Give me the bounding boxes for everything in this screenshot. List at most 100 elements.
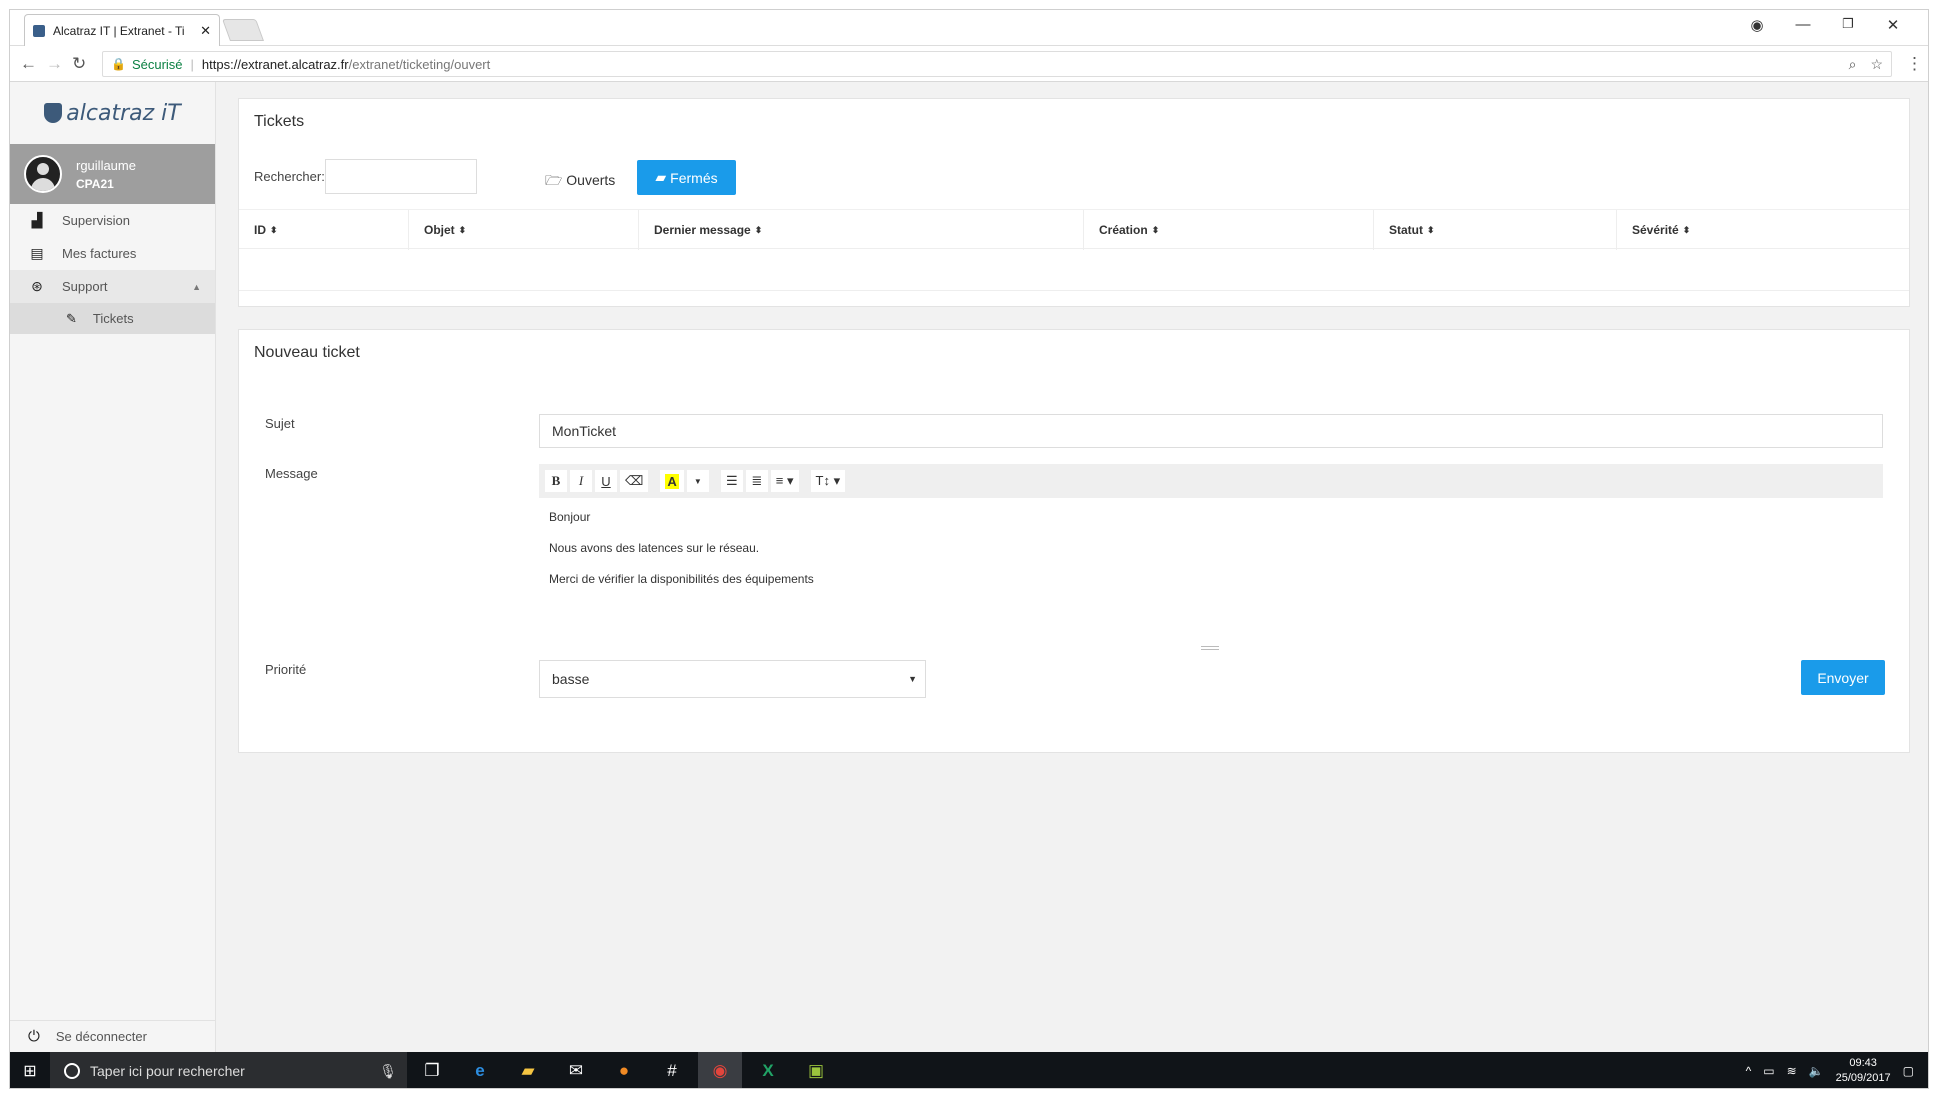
menu-icon[interactable]: ⋮ xyxy=(1906,54,1923,74)
url-path: /extranet/ticketing/ouvert xyxy=(348,56,491,72)
cortana-icon xyxy=(64,1063,80,1079)
message-editor[interactable]: Bonjour Nous avons des latences sur le r… xyxy=(549,510,1869,603)
close-tab-icon[interactable]: ✕ xyxy=(200,23,211,39)
folder-open-icon: 🗁 xyxy=(545,172,563,188)
resize-handle-icon[interactable] xyxy=(1201,646,1219,650)
notification-icon[interactable]: ▢ xyxy=(1903,1064,1914,1078)
new-tab-button[interactable] xyxy=(221,19,265,41)
numbered-list-icon[interactable]: ≣ xyxy=(745,470,768,492)
sort-icon: ⬍ xyxy=(1682,224,1691,235)
closed-tickets-button[interactable]: ▰ Fermés xyxy=(637,160,736,195)
align-icon[interactable]: ≡ ▾ xyxy=(770,470,799,492)
bookmark-star-icon[interactable]: ☆ xyxy=(1870,56,1883,73)
microphone-icon[interactable]: 🎙 xyxy=(379,1063,397,1080)
sidebar-item-support[interactable]: ⊛ Support ▲ xyxy=(10,270,215,303)
subject-label: Sujet xyxy=(265,416,295,431)
column-severite[interactable]: Sévérité ⬍ xyxy=(1617,210,1909,250)
editor-toolbar: B I U ⌫ A ▼ ☰ ≣ ≡ ▾ T↕ ▾ xyxy=(539,464,1883,498)
italic-button[interactable]: I xyxy=(570,470,592,492)
sidebar-item-label: Mes factures xyxy=(62,246,137,261)
edge-icon[interactable]: e xyxy=(458,1052,502,1088)
table-header: ID ⬍ Objet ⬍ Dernier message ⬍ Création ⬍ St… xyxy=(239,209,1909,250)
notepad-icon[interactable]: ▣ xyxy=(794,1052,838,1088)
user-panel: rguillaume CPA21 xyxy=(10,144,215,204)
url-field[interactable]: 🔒 Sécurisé | https://extranet.alcatraz.f… xyxy=(102,51,1892,77)
favicon-icon xyxy=(33,24,45,37)
task-view-icon[interactable]: ❐ xyxy=(410,1052,454,1088)
secure-label: Sécurisé xyxy=(131,56,183,72)
account-icon[interactable]: ◉ xyxy=(1742,16,1772,34)
new-ticket-panel: Nouveau ticket Sujet MonTicket Message B… xyxy=(238,329,1910,753)
tab-bar: Alcatraz IT | Extranet - Ti ✕ ◉ — ❐ ✕ xyxy=(10,10,1928,46)
avatar xyxy=(24,155,62,193)
mail-icon[interactable]: ✉ xyxy=(554,1052,598,1088)
back-icon[interactable]: ← xyxy=(20,54,37,74)
shield-icon xyxy=(44,103,63,123)
sort-icon: ⬍ xyxy=(754,224,763,235)
clock-date: 25/09/2017 xyxy=(1835,1072,1891,1084)
url-host: https://extranet.alcatraz.fr xyxy=(201,56,349,72)
ticket-icon: ✎ xyxy=(66,310,77,326)
forward-icon[interactable]: → xyxy=(46,54,63,74)
logo[interactable]: alcatraz iT xyxy=(10,82,215,144)
windows-start-icon[interactable]: ⊞ xyxy=(10,1052,50,1088)
sort-icon: ⬍ xyxy=(270,224,278,235)
file-explorer-icon[interactable]: ▰ xyxy=(506,1052,550,1088)
sidebar-item-factures[interactable]: ▤ Mes factures xyxy=(10,237,215,270)
subject-input[interactable]: MonTicket xyxy=(539,414,1883,448)
send-button[interactable]: Envoyer xyxy=(1801,660,1885,695)
sidebar-item-supervision[interactable]: ▟ Supervision xyxy=(10,204,215,237)
closed-tickets-label: Fermés xyxy=(670,169,718,186)
address-bar: ← → ↻ 🔒 Sécurisé | https://extranet.alca… xyxy=(10,46,1928,82)
logo-text: alcatraz iT xyxy=(66,100,181,126)
url-separator: | xyxy=(190,56,194,72)
user-company: CPA21 xyxy=(76,176,114,191)
browser-tab[interactable]: Alcatraz IT | Extranet - Ti ✕ xyxy=(24,14,220,46)
zoom-icon[interactable]: ⌕ xyxy=(1849,56,1857,73)
column-statut[interactable]: Statut ⬍ xyxy=(1374,210,1617,250)
wifi-icon[interactable]: ≋ xyxy=(1787,1064,1797,1078)
column-dernier-message[interactable]: Dernier message ⬍ xyxy=(639,210,1084,250)
eraser-icon[interactable]: ⌫ xyxy=(620,470,649,492)
chevron-up-icon[interactable]: ^ xyxy=(1746,1064,1752,1078)
text-size-icon[interactable]: T↕ ▾ xyxy=(810,470,846,492)
taskbar-search[interactable]: Taper ici pour rechercher 🎙 xyxy=(50,1052,407,1088)
table-empty-row xyxy=(239,249,1909,291)
column-id[interactable]: ID ⬍ xyxy=(239,210,409,250)
priority-select[interactable]: basse ▼ xyxy=(539,660,926,698)
sidebar: alcatraz iT rguillaume CPA21 ▟ Supervisi… xyxy=(10,82,216,1052)
logout-button[interactable]: ⏻ Se déconnecter xyxy=(10,1020,216,1052)
sort-icon: ⬍ xyxy=(458,224,467,235)
slack-icon[interactable]: # xyxy=(650,1052,694,1088)
tickets-panel: Tickets Rechercher: 🗁 Ouverts ▰ Fermés I… xyxy=(238,98,1910,307)
sort-icon: ⬍ xyxy=(1151,224,1160,235)
chrome-icon[interactable]: ◉ xyxy=(698,1052,742,1088)
sidebar-item-tickets[interactable]: ✎ Tickets xyxy=(10,303,215,334)
reload-icon[interactable]: ↻ xyxy=(72,54,86,74)
firefox-icon[interactable]: ● xyxy=(602,1052,646,1088)
highlight-color-button[interactable]: A xyxy=(660,470,684,492)
system-tray: ^ ▭ ≋ 🔈 09:43 25/09/2017 ▢ xyxy=(1746,1052,1928,1088)
minimize-icon[interactable]: — xyxy=(1788,16,1818,33)
open-tickets-button[interactable]: 🗁 Ouverts xyxy=(545,170,615,194)
message-line: Bonjour xyxy=(549,510,591,524)
bullet-list-icon[interactable]: ☰ xyxy=(720,470,743,492)
sidebar-item-label: Supervision xyxy=(62,213,130,228)
search-input[interactable] xyxy=(325,159,477,194)
column-creation[interactable]: Création ⬍ xyxy=(1084,210,1374,250)
excel-icon[interactable]: X xyxy=(746,1052,790,1088)
battery-icon[interactable]: ▭ xyxy=(1763,1064,1774,1078)
priority-label: Priorité xyxy=(265,662,307,677)
taskbar-search-placeholder: Taper ici pour rechercher xyxy=(90,1063,245,1079)
restore-icon[interactable]: ❐ xyxy=(1833,16,1863,32)
underline-button[interactable]: U xyxy=(595,470,617,492)
browser-window: Alcatraz IT | Extranet - Ti ✕ ◉ — ❐ ✕ ← … xyxy=(9,9,1929,1089)
bold-button[interactable]: B xyxy=(545,470,567,492)
volume-icon[interactable]: 🔈 xyxy=(1809,1064,1824,1078)
clock[interactable]: 09:43 25/09/2017 xyxy=(1836,1056,1891,1086)
column-objet[interactable]: Objet ⬍ xyxy=(409,210,639,250)
tab-title: Alcatraz IT | Extranet - Ti xyxy=(53,23,185,38)
chevron-down-icon[interactable]: ▼ xyxy=(686,470,709,492)
column-label: Statut xyxy=(1389,223,1423,237)
close-window-icon[interactable]: ✕ xyxy=(1878,16,1908,34)
